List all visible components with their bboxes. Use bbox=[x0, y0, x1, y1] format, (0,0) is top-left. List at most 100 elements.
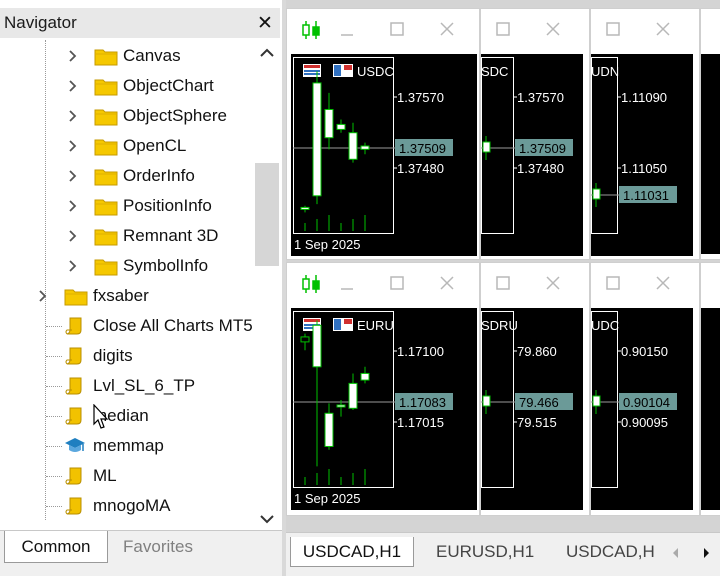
chart-window[interactable]: 79.860 79.515 79.466 SDRU bbox=[480, 262, 590, 516]
tree-item-label: SymbolInfo bbox=[123, 256, 209, 275]
chevron-right-icon[interactable] bbox=[66, 79, 80, 93]
minimize-icon[interactable] bbox=[339, 275, 355, 291]
chart-window[interactable] bbox=[700, 8, 720, 260]
tree-item-objectchart[interactable]: ObjectChart bbox=[0, 71, 254, 101]
tree-item-remnant-3d[interactable]: Remnant 3D bbox=[0, 221, 254, 251]
close-icon[interactable] bbox=[439, 275, 455, 291]
folder-icon bbox=[94, 196, 118, 216]
tree-item-median[interactable]: median bbox=[0, 401, 254, 431]
price-chart[interactable] bbox=[701, 308, 720, 510]
current-price-label: 1.37509 bbox=[399, 141, 446, 156]
tree-item-label: ObjectChart bbox=[123, 76, 214, 95]
close-icon[interactable] bbox=[439, 21, 455, 37]
candle-body bbox=[300, 206, 310, 210]
tree-item-ml[interactable]: ML bbox=[0, 461, 254, 491]
navigator-scrollbar[interactable] bbox=[255, 40, 279, 530]
tree-item-digits[interactable]: digits bbox=[0, 341, 254, 371]
chevron-right-icon[interactable] bbox=[700, 546, 712, 558]
chart-window[interactable]: 1.17100 1.17015 1.17083 EURU 1 Sep 2025 bbox=[286, 262, 480, 516]
chevron-right-icon[interactable] bbox=[66, 169, 80, 183]
tree-item-label: Remnant 3D bbox=[123, 226, 219, 245]
chart-window[interactable]: 1.11090 1.11050 1.11031 UDN bbox=[590, 8, 700, 260]
tab-common[interactable]: Common bbox=[4, 531, 108, 563]
tree-item-objectsphere[interactable]: ObjectSphere bbox=[0, 101, 254, 131]
folder-icon bbox=[64, 286, 88, 306]
candle-body bbox=[336, 123, 346, 130]
price-chart[interactable] bbox=[701, 54, 720, 254]
candle-body bbox=[592, 188, 601, 200]
scroll-thumb[interactable] bbox=[255, 163, 279, 266]
scroll-up-icon[interactable] bbox=[259, 46, 275, 58]
tree-item-label: memmap bbox=[93, 436, 164, 455]
chart-window[interactable]: 1.37570 1.37480 1.37509 SDC bbox=[480, 8, 590, 260]
price-label-high: 1.11090 bbox=[621, 90, 667, 105]
chart-window-titlebar[interactable] bbox=[481, 9, 589, 49]
folder-icon bbox=[94, 46, 118, 66]
chart-window-titlebar[interactable] bbox=[287, 9, 479, 49]
tab-favorites[interactable]: Favorites bbox=[112, 531, 204, 563]
tree-item-fxsaber[interactable]: fxsaber bbox=[0, 281, 254, 311]
candle-body bbox=[300, 336, 310, 343]
chart-window-titlebar[interactable] bbox=[287, 263, 479, 303]
price-chart[interactable]: 0.90150 0.90095 0.90104 UDC bbox=[591, 308, 693, 510]
chart-window[interactable] bbox=[700, 262, 720, 516]
close-icon[interactable] bbox=[545, 275, 561, 291]
chart-window[interactable]: 0.90150 0.90095 0.90104 UDC bbox=[590, 262, 700, 516]
chevron-right-icon[interactable] bbox=[36, 289, 50, 303]
chevron-right-icon[interactable] bbox=[66, 139, 80, 153]
chart-window-titlebar[interactable] bbox=[591, 263, 699, 303]
chevron-left-icon[interactable] bbox=[670, 546, 682, 558]
maximize-icon[interactable] bbox=[495, 275, 511, 291]
maximize-icon[interactable] bbox=[495, 21, 511, 37]
price-label-low: 0.90095 bbox=[621, 415, 668, 430]
close-icon[interactable] bbox=[655, 21, 671, 37]
close-icon[interactable] bbox=[655, 275, 671, 291]
maximize-icon[interactable] bbox=[389, 275, 405, 291]
current-price-label: 1.37509 bbox=[519, 141, 566, 156]
tree-item-close-all-charts-mt5[interactable]: Close All Charts MT5 bbox=[0, 311, 254, 341]
chart-window[interactable]: 1.37570 1.37480 1.37509 USDC 1 Sep 2025 bbox=[286, 8, 480, 260]
chart-window-titlebar[interactable] bbox=[481, 263, 589, 303]
tree-item-positioninfo[interactable]: PositionInfo bbox=[0, 191, 254, 221]
price-label-low: 1.11050 bbox=[621, 161, 667, 176]
tree-item-opencl[interactable]: OpenCL bbox=[0, 131, 254, 161]
minimize-icon[interactable] bbox=[339, 21, 355, 37]
chart-window-titlebar[interactable] bbox=[591, 9, 699, 49]
close-icon[interactable]: ✕ bbox=[257, 12, 273, 35]
tree-item-symbolinfo[interactable]: SymbolInfo bbox=[0, 251, 254, 281]
chevron-right-icon[interactable] bbox=[66, 259, 80, 273]
maximize-icon[interactable] bbox=[605, 21, 621, 37]
tree-item-label: OpenCL bbox=[123, 136, 187, 155]
price-chart[interactable]: 79.860 79.515 79.466 SDRU bbox=[481, 308, 583, 510]
tree-guide-line bbox=[46, 326, 62, 327]
maximize-icon[interactable] bbox=[605, 275, 621, 291]
date-label: 1 Sep 2025 bbox=[294, 491, 361, 506]
close-icon[interactable] bbox=[545, 21, 561, 37]
tree-guide-line bbox=[46, 506, 62, 507]
tree-item-memmap[interactable]: memmap bbox=[0, 431, 254, 461]
price-chart[interactable]: 1.11090 1.11050 1.11031 UDN bbox=[591, 54, 693, 256]
folder-icon bbox=[94, 136, 118, 156]
folder-icon bbox=[94, 226, 118, 246]
maximize-icon[interactable] bbox=[389, 21, 405, 37]
chevron-right-icon[interactable] bbox=[66, 229, 80, 243]
tree-item-label: PositionInfo bbox=[123, 196, 212, 215]
price-chart[interactable]: 1.37570 1.37480 1.37509 SDC bbox=[481, 54, 583, 256]
tab-chart-usdcad[interactable]: USDCAD,H1 bbox=[290, 537, 414, 567]
price-chart[interactable]: 1.17100 1.17015 1.17083 EURU 1 Sep 2025 bbox=[291, 308, 477, 510]
price-chart[interactable]: 1.37570 1.37480 1.37509 USDC 1 Sep 2025 bbox=[291, 54, 477, 256]
tree-item-canvas[interactable]: Canvas bbox=[0, 41, 254, 71]
plot-frame bbox=[591, 57, 618, 234]
chevron-right-icon[interactable] bbox=[66, 109, 80, 123]
chevron-right-icon[interactable] bbox=[66, 49, 80, 63]
tree-item-orderinfo[interactable]: OrderInfo bbox=[0, 161, 254, 191]
tree-item-mnogoma[interactable]: mnogoMA bbox=[0, 491, 254, 521]
tab-chart-usdcad-2[interactable]: USDCAD,H bbox=[566, 537, 655, 567]
tab-chart-eurusd[interactable]: EURUSD,H1 bbox=[436, 537, 534, 567]
tree-item-label: Canvas bbox=[123, 46, 181, 65]
tree-item-lvl-sl-6-tp[interactable]: Lvl_SL_6_TP bbox=[0, 371, 254, 401]
candlestick-icon bbox=[301, 19, 321, 41]
chevron-right-icon[interactable] bbox=[66, 199, 80, 213]
scroll-down-icon[interactable] bbox=[259, 512, 275, 524]
tree-item-label: ObjectSphere bbox=[123, 106, 227, 125]
